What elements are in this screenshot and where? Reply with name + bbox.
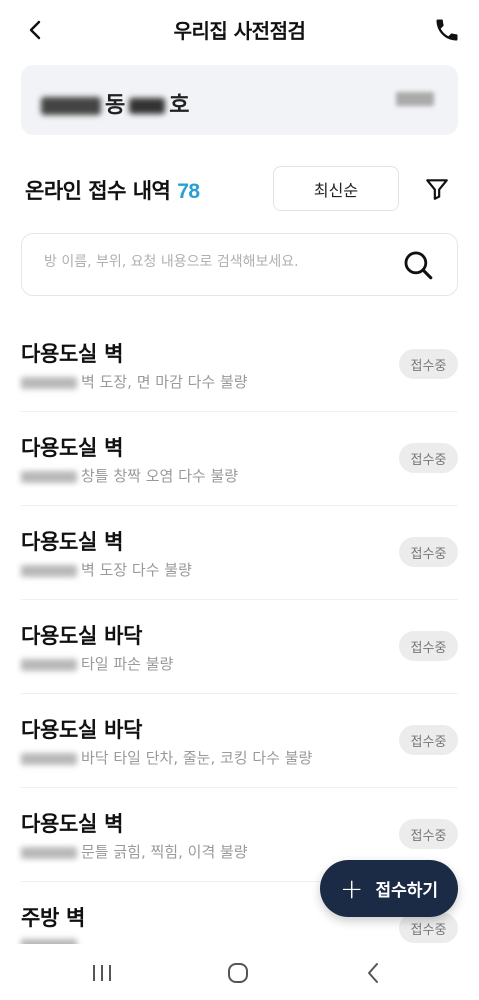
item-desc-text: 타일 파손 불량 [81, 655, 174, 673]
list-item[interactable]: 다용도실 벽 창틀 창짝 오염 다수 불량 접수중 [21, 412, 458, 506]
search-input[interactable] [44, 254, 374, 270]
recent-apps-icon [93, 965, 111, 981]
list-item[interactable]: 다용도실 벽 벽 도장, 면 마감 다수 불량 접수중 [21, 318, 458, 412]
redacted-block [21, 752, 77, 765]
item-description: 벽 도장, 면 마감 다수 불량 [21, 371, 248, 392]
item-description: 바닥 타일 단차, 줄눈, 코킹 다수 불량 [21, 747, 312, 768]
app-header: 우리집 사전점검 [0, 0, 479, 60]
home-icon [228, 963, 248, 983]
list-header-label: 온라인 접수 내역 [25, 179, 171, 203]
item-desc-text: 벽 도장 다수 불량 [81, 561, 192, 579]
unit-dong-label: 동 [105, 93, 126, 118]
redacted-block [396, 92, 434, 106]
item-title: 주방 벽 [21, 906, 86, 930]
unit-ho-label: 호 [169, 93, 190, 118]
add-request-button[interactable]: + 접수하기 [320, 860, 458, 917]
system-nav-bar [0, 944, 479, 1000]
item-desc-text: 바닥 타일 단차, 줄눈, 코킹 다수 불량 [81, 749, 313, 767]
redacted-block [21, 470, 77, 483]
unit-name: 동호 [41, 87, 190, 119]
item-description: 문틀 긁힘, 찍힘, 이격 불량 [21, 841, 248, 862]
status-badge: 접수중 [399, 631, 458, 661]
system-back-button[interactable] [358, 958, 388, 988]
recent-apps-button[interactable] [87, 958, 117, 988]
item-desc-text: 창틀 창짝 오염 다수 불량 [81, 467, 239, 485]
status-badge: 접수중 [399, 443, 458, 473]
redacted-block [21, 564, 77, 577]
search-box [21, 233, 458, 296]
redacted-block [21, 376, 77, 389]
status-badge: 접수중 [399, 537, 458, 567]
search-icon [404, 251, 433, 280]
item-title: 다용도실 바닥 [21, 624, 143, 648]
status-badge: 접수중 [399, 725, 458, 755]
call-button[interactable] [433, 16, 461, 44]
home-button[interactable] [223, 958, 253, 988]
status-badge: 접수중 [399, 913, 458, 943]
back-icon [368, 963, 378, 983]
status-badge: 접수중 [399, 349, 458, 379]
redacted-block [41, 97, 101, 115]
redacted-block [129, 98, 166, 114]
item-title: 다용도실 벽 [21, 530, 124, 554]
filter-button[interactable] [424, 176, 450, 202]
status-badge: 접수중 [399, 819, 458, 849]
plus-icon: + [339, 871, 364, 905]
sort-button[interactable]: 최신순 [273, 166, 399, 211]
item-description: 타일 파손 불량 [21, 653, 173, 674]
item-description: 벽 도장 다수 불량 [21, 559, 192, 580]
item-title: 다용도실 바닥 [21, 718, 143, 742]
item-description: 창틀 창짝 오염 다수 불량 [21, 465, 238, 486]
list-header: 온라인 접수 내역 78 [25, 175, 200, 205]
search-button[interactable] [401, 248, 435, 282]
phone-icon [436, 19, 458, 41]
list-item[interactable]: 다용도실 벽 벽 도장 다수 불량 접수중 [21, 506, 458, 600]
item-title: 다용도실 벽 [21, 436, 124, 460]
item-desc-text: 벽 도장, 면 마감 다수 불량 [81, 373, 248, 391]
item-title: 다용도실 벽 [21, 342, 124, 366]
unit-selector-card[interactable]: 동호 [21, 65, 458, 135]
page-title: 우리집 사전점검 [173, 19, 306, 43]
list-count: 78 [177, 180, 200, 203]
item-title: 다용도실 벽 [21, 812, 124, 836]
list-item[interactable]: 다용도실 바닥 바닥 타일 단차, 줄눈, 코킹 다수 불량 접수중 [21, 694, 458, 788]
filter-icon [426, 179, 448, 200]
redacted-block [21, 846, 77, 859]
fab-label: 접수하기 [375, 881, 439, 901]
redacted-block [21, 658, 77, 671]
list-item[interactable]: 다용도실 바닥 타일 파손 불량 접수중 [21, 600, 458, 694]
item-desc-text: 문틀 긁힘, 찍힘, 이격 불량 [81, 843, 248, 861]
